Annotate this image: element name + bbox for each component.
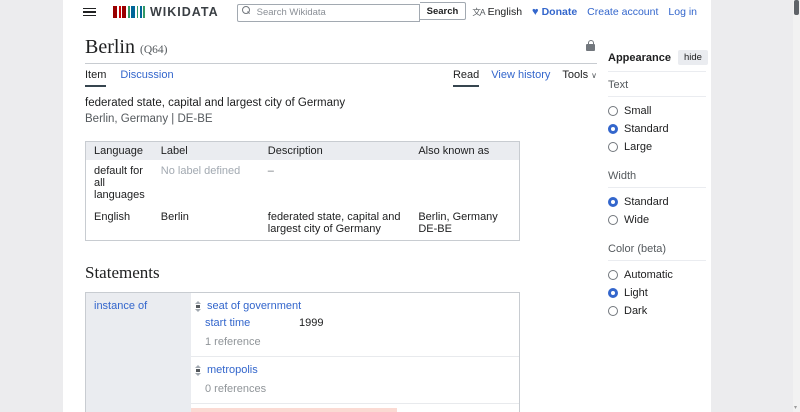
scrollbar[interactable]: ▾	[793, 0, 800, 412]
terms-table: Language Label Description Also known as…	[85, 141, 520, 241]
statement-seat-of-government: seat of government start time 1999 1 ref…	[191, 293, 519, 357]
radio-icon-checked[interactable]	[608, 288, 618, 298]
statement-list: seat of government start time 1999 1 ref…	[191, 293, 519, 412]
radio-icon[interactable]	[608, 215, 618, 225]
language-icon: 文A	[472, 7, 485, 17]
top-bar: WIKIDATA Search 文A English ♥ Donate Crea…	[63, 0, 711, 24]
cell-aka[interactable]	[410, 160, 519, 206]
tab-item[interactable]: Item	[85, 69, 107, 87]
rank-selector-icon[interactable]	[195, 300, 201, 312]
wikidata-logo-text: WIKIDATA	[150, 5, 219, 19]
search-button[interactable]: Search	[419, 2, 467, 21]
create-account-link[interactable]: Create account	[587, 6, 658, 18]
page-title: Berlin	[85, 36, 135, 58]
tab-view-history[interactable]: View history	[491, 69, 550, 87]
appearance-section-color: Color (beta)	[608, 236, 706, 261]
search-bar: Search	[236, 2, 467, 22]
entity-id: (Q64)	[140, 44, 168, 56]
statement-value-link[interactable]: metropolis	[207, 364, 258, 376]
log-in-link[interactable]: Log in	[668, 6, 697, 18]
scrollbar-thumb[interactable]	[794, 0, 799, 15]
statements-heading: Statements	[85, 263, 160, 282]
cell-aka[interactable]: Berlin, Germany DE-BE	[410, 206, 519, 241]
terms-table-header-row: Language Label Description Also known as	[85, 141, 520, 160]
tools-menu[interactable]: Tools ∨	[562, 69, 597, 87]
appearance-hide-button[interactable]: hide	[677, 50, 708, 65]
title-bar: Berlin (Q64)	[85, 36, 597, 64]
radio-icon[interactable]	[608, 270, 618, 280]
page-container: WIKIDATA Search 文A English ♥ Donate Crea…	[63, 0, 711, 412]
top-right-links: 文A English ♥ Donate Create account Log i…	[472, 6, 697, 18]
appearance-panel: Appearance hide Text Small Standard Larg…	[608, 50, 708, 327]
rank-selector-icon[interactable]	[195, 364, 201, 376]
radio-icon-checked[interactable]	[608, 197, 618, 207]
property-link-instance-of[interactable]: instance of	[94, 300, 147, 312]
deprecated-statement-highlight: integrated municipality	[191, 408, 397, 412]
chevron-down-icon: ∨	[591, 71, 597, 80]
qualifier-row: start time 1999	[205, 317, 519, 329]
col-header-label: Label	[152, 141, 260, 160]
wikidata-logo[interactable]: WIKIDATA	[113, 5, 219, 19]
cell-label[interactable]: No label defined	[153, 160, 260, 206]
radio-icon[interactable]	[608, 306, 618, 316]
hamburger-menu-icon[interactable]	[83, 7, 96, 17]
radio-text-standard[interactable]: Standard	[608, 123, 706, 135]
tab-discussion[interactable]: Discussion	[120, 69, 173, 87]
radio-icon[interactable]	[608, 142, 618, 152]
main-content: Berlin (Q64) Item Discussion Read View hi…	[85, 36, 597, 412]
radio-color-dark[interactable]: Dark	[608, 305, 706, 317]
col-header-language: Language	[85, 141, 153, 160]
cell-language: English	[94, 211, 131, 223]
scrollbar-down-arrow[interactable]: ▾	[794, 404, 797, 411]
radio-color-light[interactable]: Light	[608, 287, 706, 299]
wikidata-barcode-icon	[113, 6, 145, 18]
radio-icon-checked[interactable]	[608, 124, 618, 134]
col-header-description: Description	[259, 141, 411, 160]
appearance-heading: Appearance	[608, 51, 671, 64]
cell-label[interactable]: Berlin	[153, 206, 260, 241]
cell-description[interactable]: federated state, capital and largest cit…	[260, 206, 411, 241]
search-input[interactable]	[236, 3, 420, 22]
tab-read[interactable]: Read	[452, 69, 480, 87]
cell-description[interactable]: –	[260, 160, 411, 206]
radio-text-small[interactable]: Small	[608, 105, 706, 117]
radio-width-wide[interactable]: Wide	[608, 214, 706, 226]
radio-width-standard[interactable]: Standard	[608, 196, 706, 208]
search-icon	[241, 6, 250, 15]
references-toggle[interactable]: 0 references	[205, 383, 519, 395]
property-cell: instance of	[86, 293, 191, 412]
statement-group: instance of seat of government start tim…	[85, 292, 520, 412]
donate-link[interactable]: ♥ Donate	[532, 6, 577, 18]
statement-integrated-municipality-deprecated: integrated municipality 1 reference	[191, 404, 519, 412]
col-header-also-known-as: Also known as	[410, 141, 520, 160]
statement-metropolis: metropolis 0 references	[191, 357, 519, 404]
table-row: English Berlin federated state, capital …	[86, 206, 520, 241]
qualifier-property-link[interactable]: start time	[205, 317, 291, 329]
entity-description: federated state, capital and largest cit…	[85, 97, 346, 109]
table-row: default for all languages No label defin…	[86, 160, 520, 206]
entity-aliases: Berlin, Germany | DE-BE	[85, 113, 213, 125]
qualifier-value: 1999	[299, 317, 324, 329]
radio-icon[interactable]	[608, 106, 618, 116]
protected-page-lock-icon	[586, 40, 595, 51]
heart-icon: ♥	[532, 6, 539, 18]
radio-text-large[interactable]: Large	[608, 141, 706, 153]
appearance-section-text: Text	[608, 72, 706, 97]
language-selector[interactable]: 文A English	[472, 6, 522, 18]
donate-label: Donate	[541, 6, 578, 18]
language-label: English	[487, 6, 523, 18]
radio-color-automatic[interactable]: Automatic	[608, 269, 706, 281]
statement-value-link[interactable]: seat of government	[207, 300, 301, 312]
page-tabs: Item Discussion Read View history Tools …	[85, 64, 597, 87]
cell-language: default for all languages	[94, 165, 145, 201]
references-toggle[interactable]: 1 reference	[205, 336, 519, 348]
appearance-section-width: Width	[608, 163, 706, 188]
